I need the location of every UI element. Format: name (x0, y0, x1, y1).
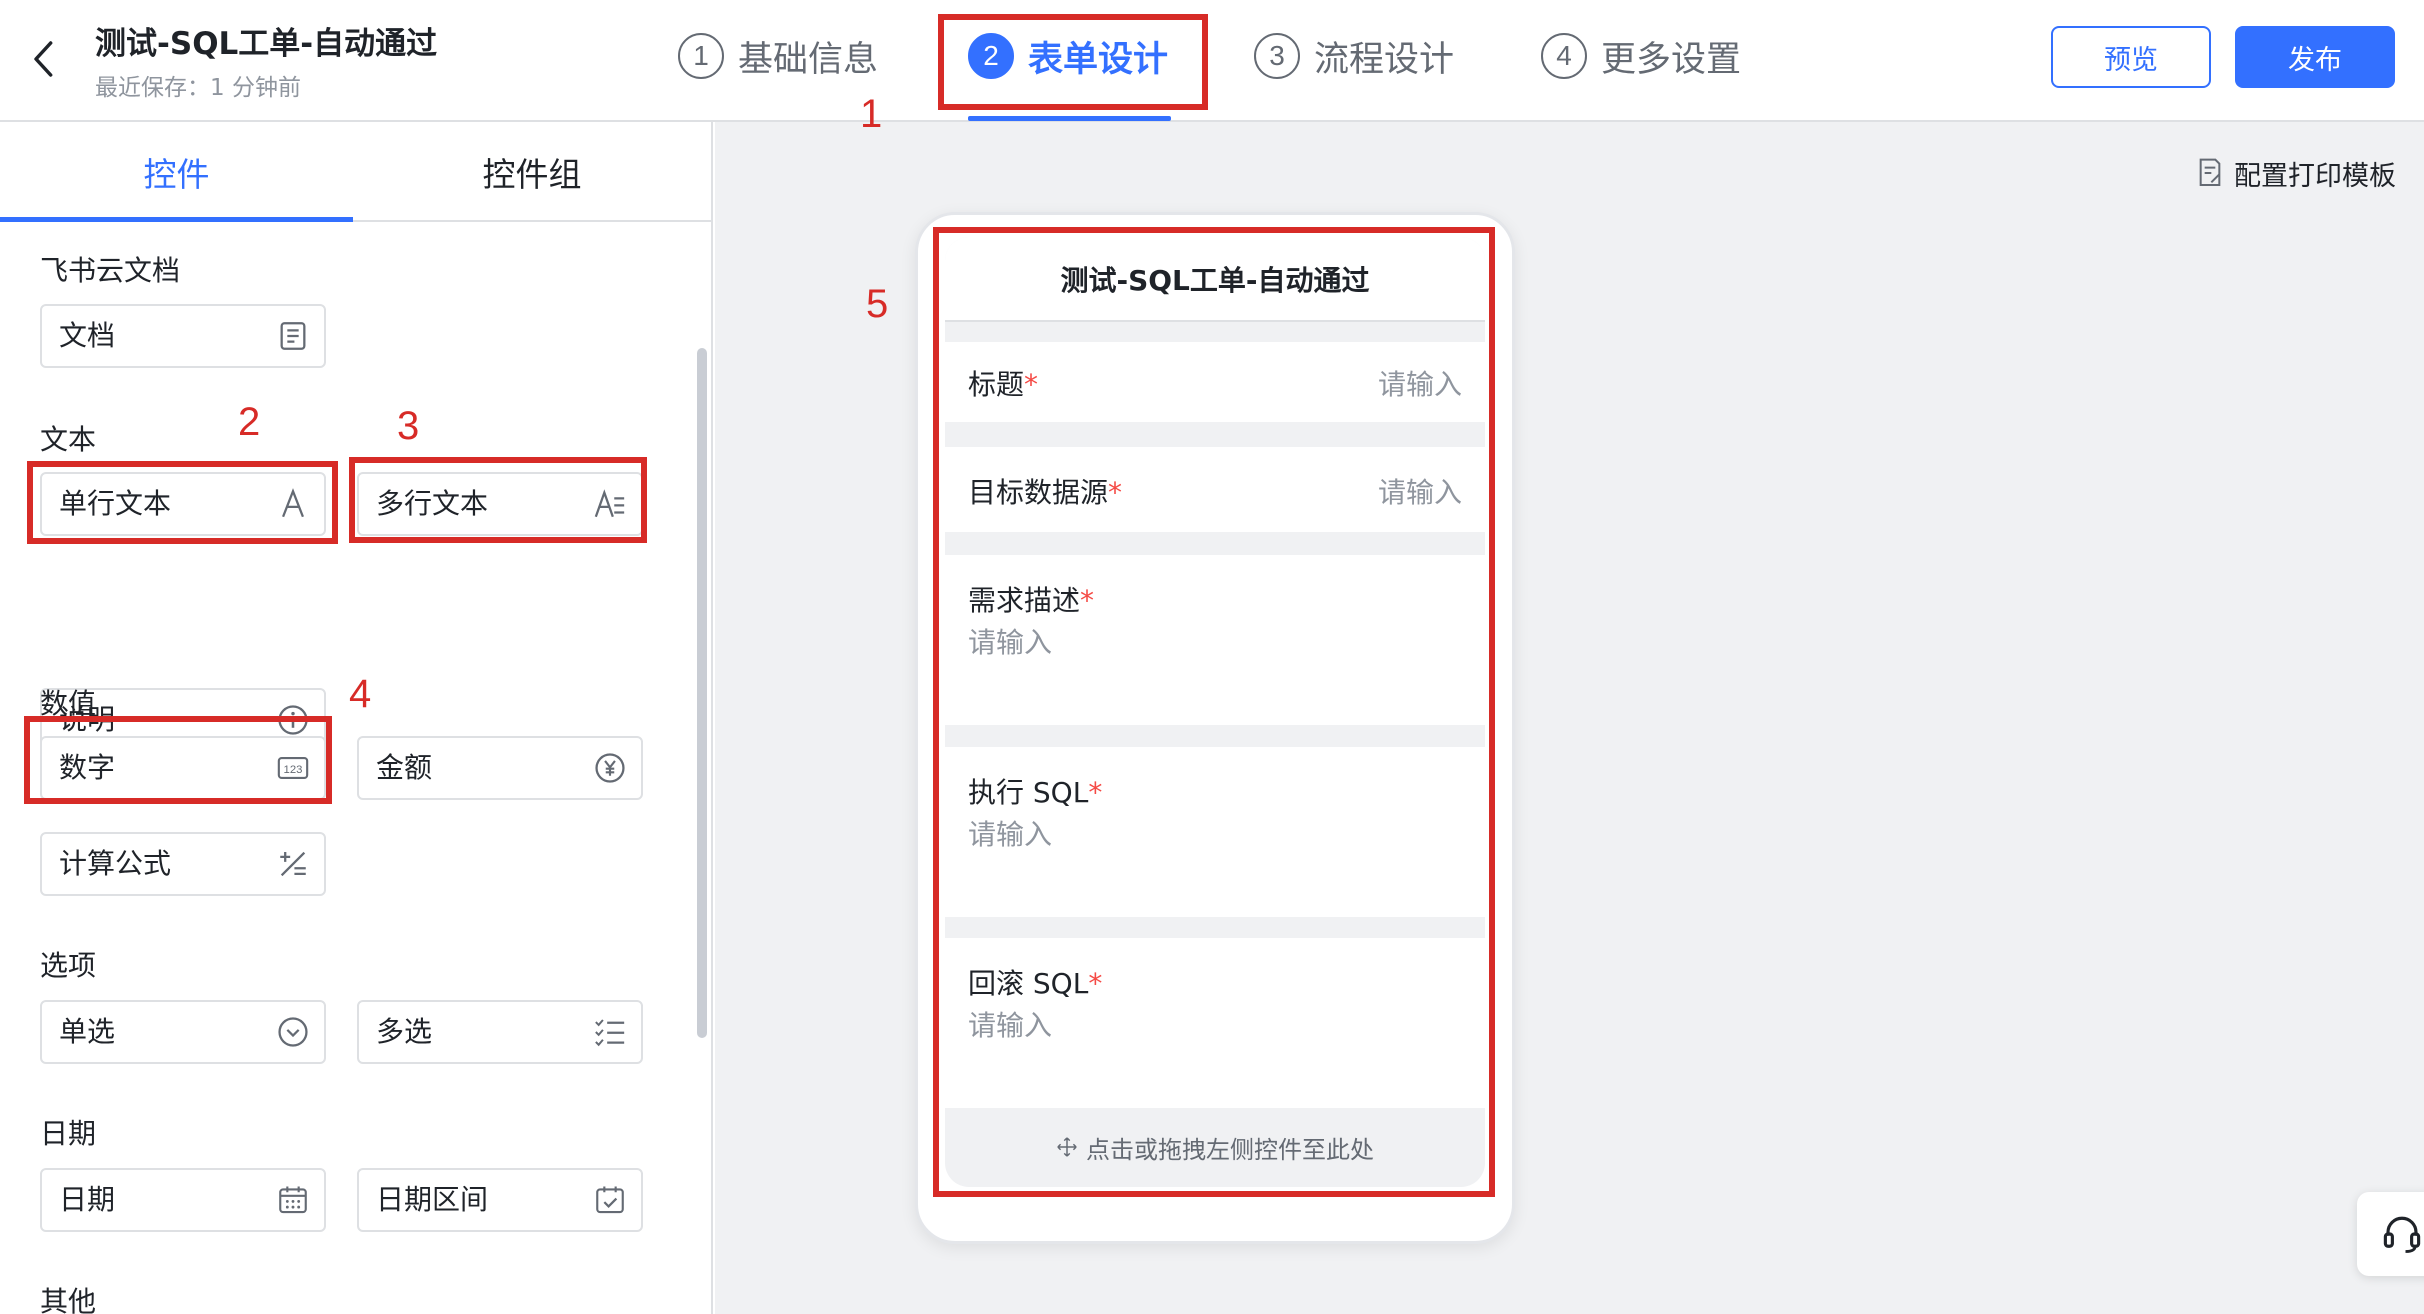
annotation-box-3 (349, 457, 647, 543)
annotation-box-4 (24, 716, 332, 804)
active-step-underline (968, 116, 1171, 121)
section-title-options: 选项 (40, 949, 97, 982)
edit-document-icon (2199, 158, 2221, 186)
control-date[interactable]: 日期 (40, 1168, 326, 1232)
control-label: 计算公式 (59, 847, 172, 880)
annotation-box-5 (933, 227, 1495, 1197)
section-title-text: 文本 (40, 423, 97, 456)
control-label: 日期区间 (376, 1183, 489, 1216)
control-date-range[interactable]: 日期区间 (357, 1168, 643, 1232)
step-number: 1 (678, 33, 724, 79)
chevron-circle-icon (276, 1015, 310, 1049)
control-label: 单选 (59, 1015, 116, 1048)
control-document[interactable]: 文档 (40, 304, 326, 368)
formula-icon (276, 847, 310, 881)
calendar-icon (276, 1183, 310, 1217)
panel-scrollbar[interactable] (694, 224, 708, 1314)
print-template-button[interactable]: 配置打印模板 (2196, 155, 2396, 192)
annotation-number-2: 2 (238, 400, 261, 444)
section-title-date: 日期 (40, 1117, 97, 1150)
annotation-box-2 (27, 461, 338, 544)
save-status: 最近保存：1 分钟前 (95, 75, 301, 101)
control-formula[interactable]: 计算公式 (40, 832, 326, 896)
headset-icon (2383, 1216, 2421, 1253)
yen-coin-icon (593, 751, 627, 785)
annotation-number-3: 3 (397, 404, 420, 448)
step-basic-info[interactable]: 1 基础信息 (678, 26, 878, 86)
annotation-number-5: 5 (866, 282, 889, 326)
print-template-label: 配置打印模板 (2234, 160, 2396, 192)
annotation-number-1: 1 (860, 92, 883, 136)
annotation-box-1 (938, 14, 1208, 110)
back-button[interactable] (26, 36, 62, 82)
preview-button[interactable]: 预览 (2051, 26, 2211, 88)
tab-controls[interactable]: 控件 (0, 122, 353, 222)
annotation-number-4: 4 (349, 672, 372, 716)
control-label: 日期 (59, 1183, 116, 1216)
control-label: 金额 (376, 751, 433, 784)
section-title-cloud-docs: 飞书云文档 (40, 254, 181, 287)
top-header: 测试-SQL工单-自动通过 最近保存：1 分钟前 1 基础信息 2 表单设计 3… (0, 0, 2424, 122)
tab-control-groups[interactable]: 控件组 (353, 122, 711, 222)
step-label: 流程设计 (1314, 39, 1455, 80)
step-more-settings[interactable]: 4 更多设置 (1541, 26, 1741, 86)
customer-service-button[interactable] (2357, 1192, 2424, 1276)
document-icon (276, 319, 310, 353)
step-number: 3 (1254, 33, 1300, 79)
step-label: 基础信息 (738, 39, 879, 80)
panel-tabs: 控件 控件组 (0, 122, 711, 222)
scrollbar-thumb[interactable] (697, 348, 707, 1038)
step-label: 更多设置 (1601, 39, 1742, 80)
control-label: 文档 (59, 319, 116, 352)
control-label: 多选 (376, 1015, 433, 1048)
chevron-left-icon (34, 41, 53, 77)
step-process-design[interactable]: 3 流程设计 (1254, 26, 1454, 86)
checklist-icon (593, 1015, 627, 1049)
calendar-check-icon (593, 1183, 627, 1217)
step-number: 4 (1541, 33, 1587, 79)
control-single-select[interactable]: 单选 (40, 1000, 326, 1064)
active-tab-underline (0, 217, 353, 222)
section-title-other: 其他 (40, 1285, 97, 1314)
control-multi-select[interactable]: 多选 (357, 1000, 643, 1064)
publish-button[interactable]: 发布 (2235, 26, 2395, 88)
control-amount[interactable]: 金额 (357, 736, 643, 800)
form-name-title: 测试-SQL工单-自动通过 (95, 26, 438, 62)
